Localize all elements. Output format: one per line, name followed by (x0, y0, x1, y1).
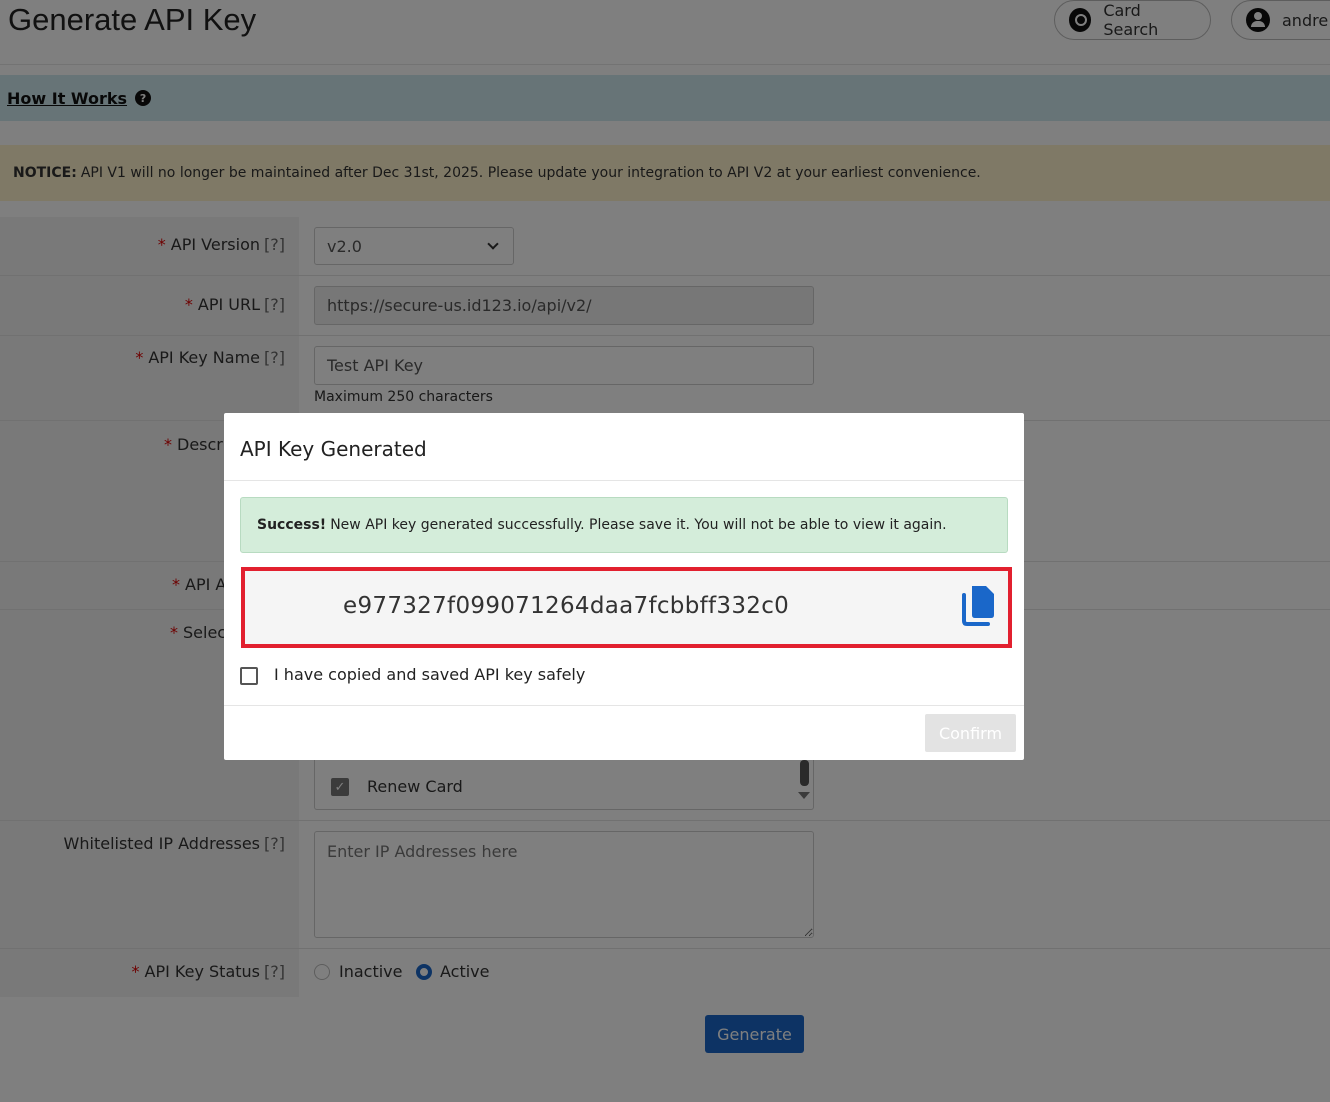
modal-header-divider (224, 480, 1024, 481)
api-key-modal: API Key Generated Success! New API key g… (224, 413, 1024, 760)
saved-confirmation-label: I have copied and saved API key safely (274, 665, 586, 684)
confirm-button[interactable]: Confirm (925, 714, 1016, 752)
modal-footer-divider (224, 705, 1024, 706)
api-key-value[interactable]: e977327f099071264daa7fcbbff332c0 (343, 593, 789, 619)
success-alert: Success! New API key generated successfu… (240, 497, 1008, 553)
success-text: New API key generated successfully. Plea… (330, 517, 947, 533)
success-prefix: Success! (257, 517, 327, 533)
api-key-display: e977327f099071264daa7fcbbff332c0 (241, 567, 1012, 648)
copy-icon[interactable] (958, 583, 998, 627)
modal-title: API Key Generated (240, 437, 427, 461)
saved-confirmation-checkbox[interactable] (240, 667, 258, 685)
